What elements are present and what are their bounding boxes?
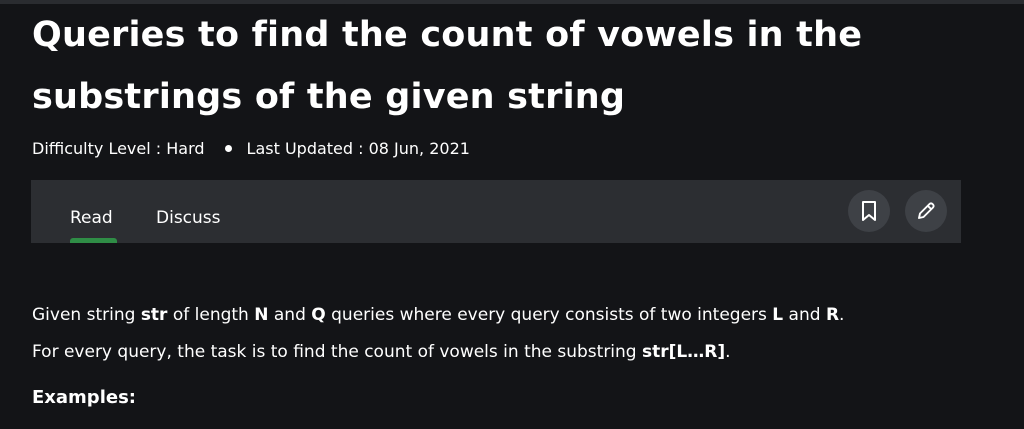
problem-statement-line-1: Given string str of length N and Q queri… xyxy=(32,305,845,325)
separator-dot xyxy=(224,144,232,152)
pencil-icon xyxy=(918,202,935,219)
article-content: Given string str of length N and Q queri… xyxy=(32,297,992,371)
last-updated: Last Updated : 08 Jun, 2021 xyxy=(246,138,470,158)
article-toolbar: Read Discuss xyxy=(31,180,961,243)
tab-read[interactable]: Read xyxy=(70,208,113,234)
tab-discuss[interactable]: Discuss xyxy=(156,208,221,234)
bookmark-icon xyxy=(862,201,876,221)
problem-statement-line-2: For every query, the task is to find the… xyxy=(32,342,731,362)
article-meta: Difficulty Level : Hard Last Updated : 0… xyxy=(32,137,470,159)
page-title: Queries to find the count of vowels in t… xyxy=(32,15,863,117)
edit-button[interactable] xyxy=(905,190,947,232)
difficulty-level: Difficulty Level : Hard xyxy=(32,138,205,158)
active-tab-indicator xyxy=(70,238,117,243)
examples-heading: Examples: xyxy=(32,387,136,408)
bookmark-button[interactable] xyxy=(848,190,890,232)
